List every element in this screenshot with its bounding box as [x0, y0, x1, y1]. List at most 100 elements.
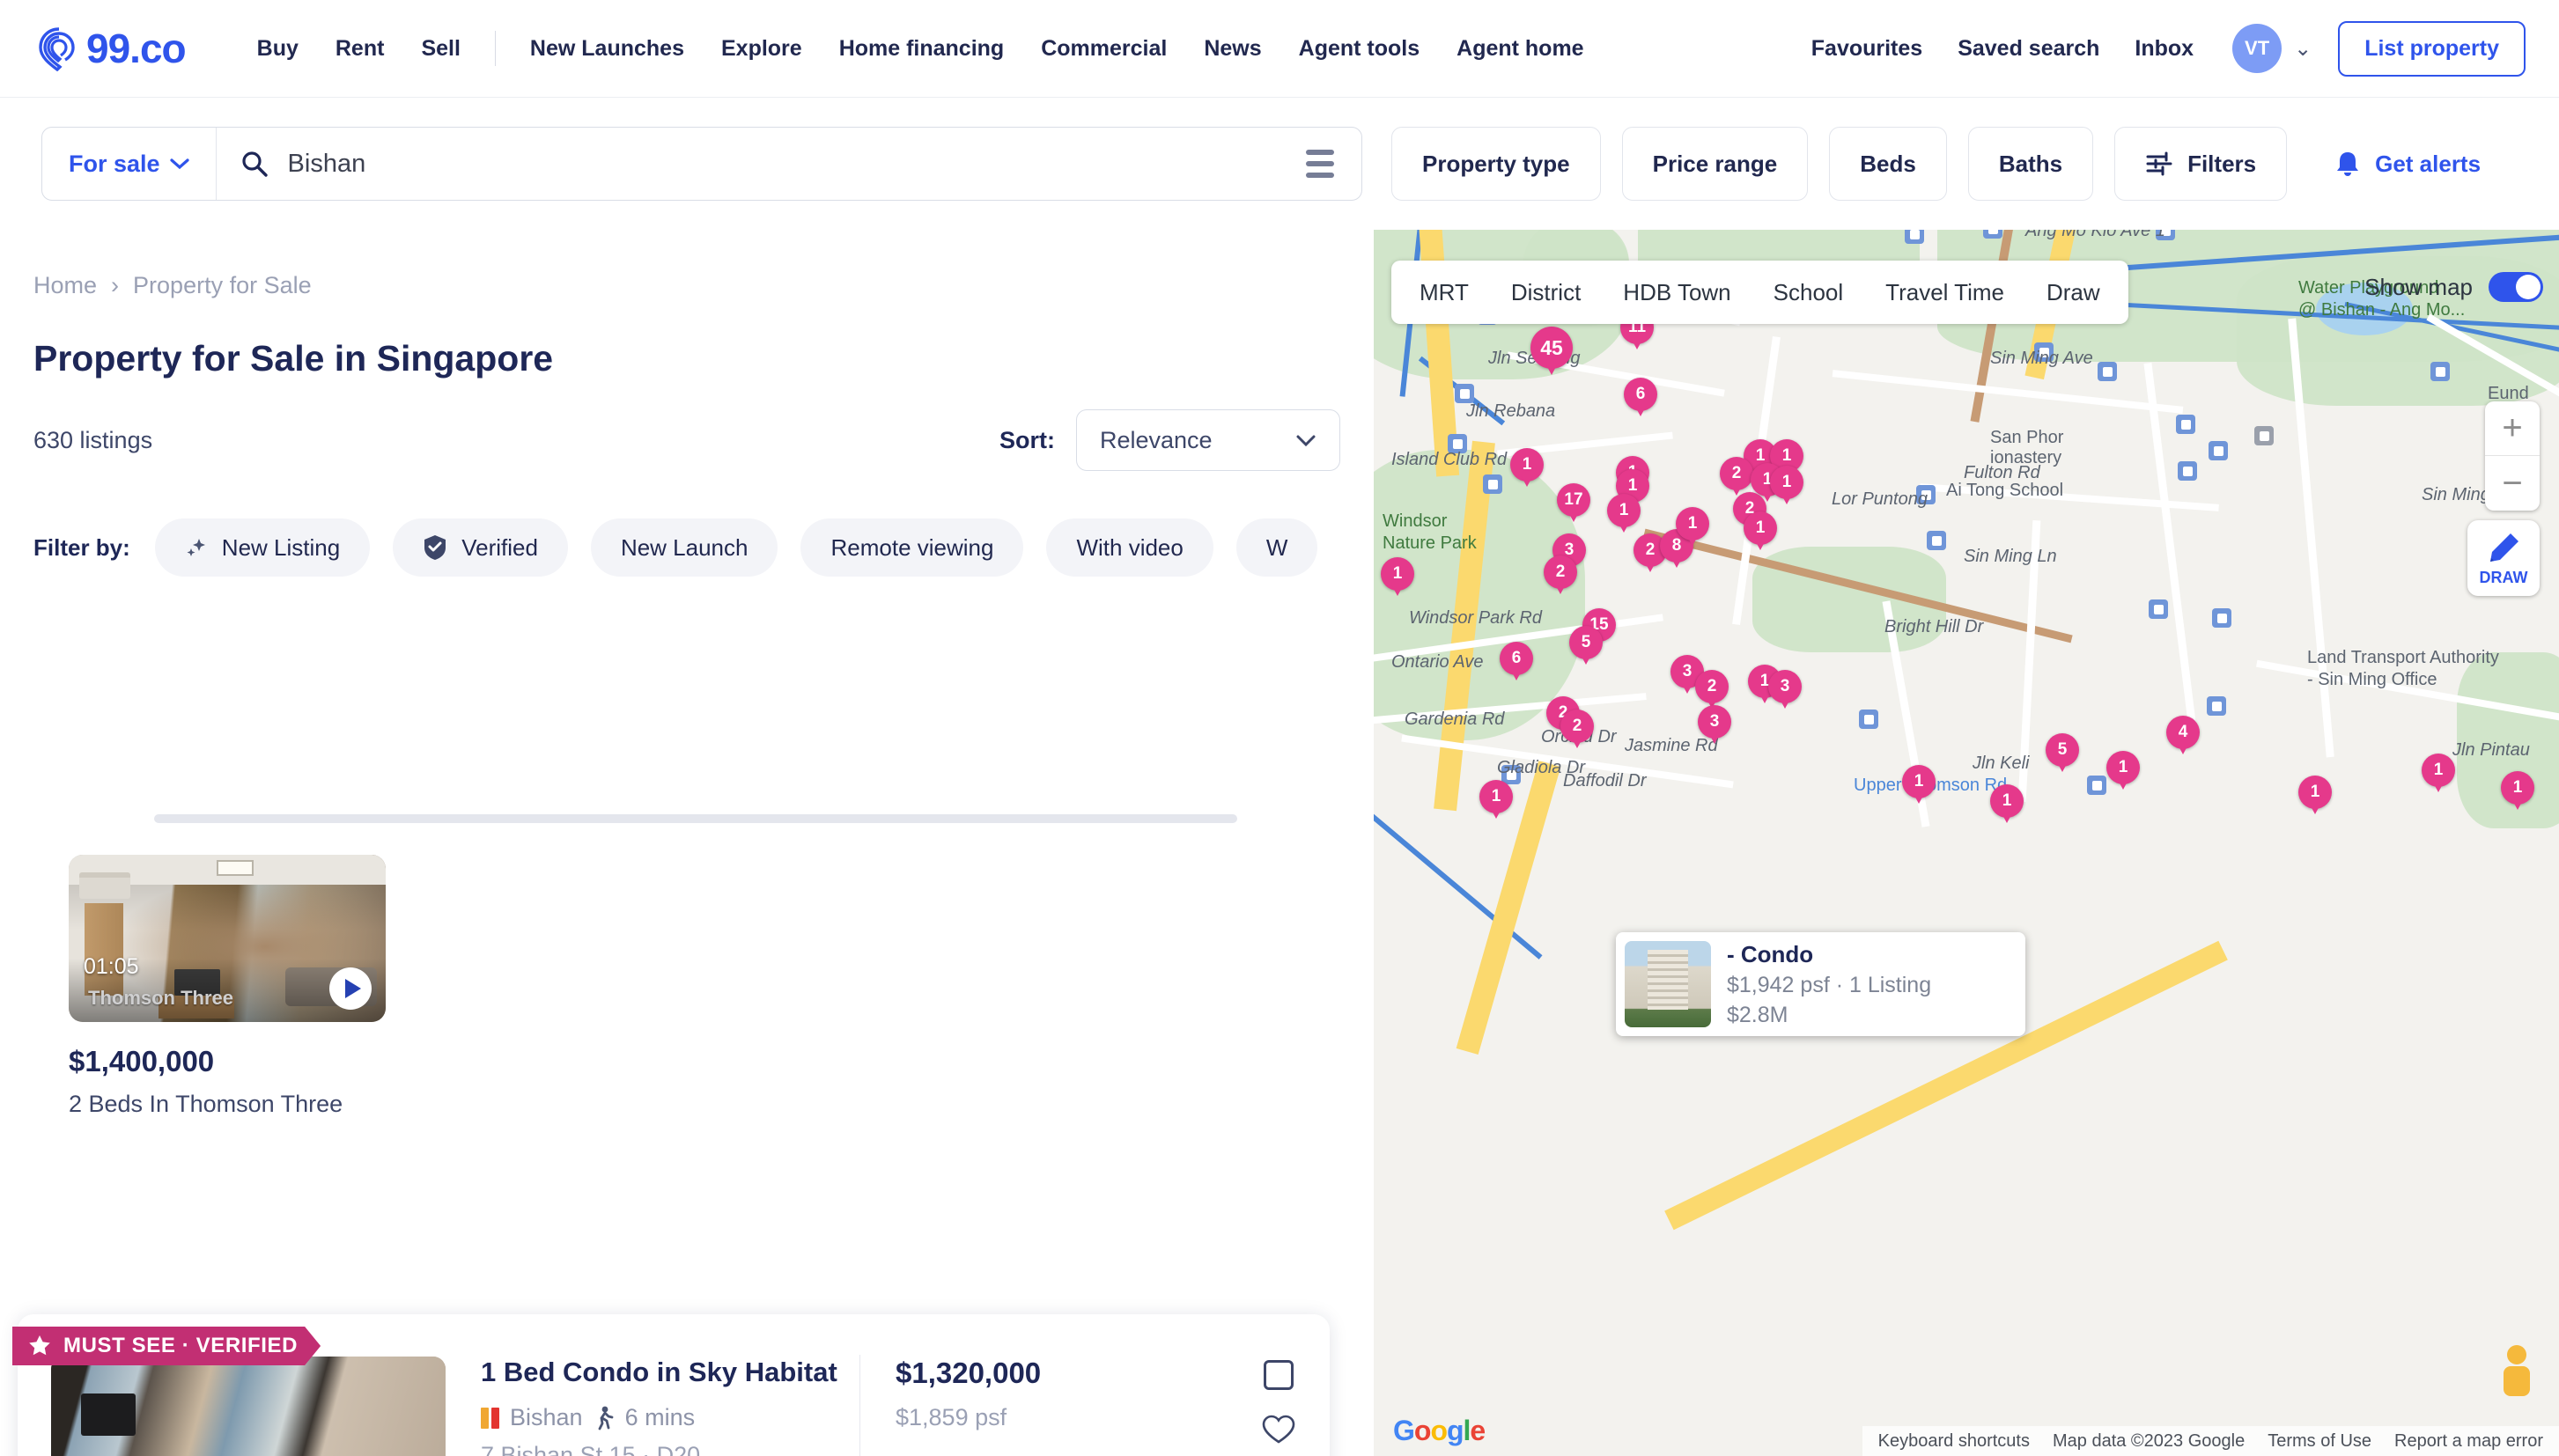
nav-sell[interactable]: Sell	[402, 36, 478, 62]
map-pin[interactable]: 3	[1768, 670, 1802, 710]
chip-new-listing[interactable]: New Listing	[154, 518, 371, 577]
map-panel[interactable]: Peirce Secondary SchoolAng Mo Kio Ave 1A…	[1374, 230, 2559, 1456]
map-pin[interactable]: 6	[1500, 642, 1533, 682]
poi-marker[interactable]	[2254, 426, 2274, 445]
nav-agent-home[interactable]: Agent home	[1438, 36, 1602, 62]
filter-price-range[interactable]: Price range	[1621, 127, 1809, 201]
poi-marker[interactable]	[1455, 384, 1474, 403]
poi-marker[interactable]	[2212, 608, 2231, 628]
filter-baths[interactable]: Baths	[1967, 127, 2094, 201]
map-pin[interactable]: 1	[1902, 765, 1936, 805]
poi-marker[interactable]	[2207, 696, 2226, 716]
map-canvas[interactable]: Peirce Secondary SchoolAng Mo Kio Ave 1A…	[1374, 230, 2559, 1456]
sort-select[interactable]: Relevance	[1076, 409, 1340, 471]
chips-scrollbar[interactable]	[154, 814, 1237, 823]
map-pin[interactable]: 5	[1569, 626, 1603, 666]
map-pin[interactable]: 1	[2298, 776, 2332, 816]
breadcrumb-home[interactable]: Home	[33, 272, 97, 299]
map-tab-travel-time[interactable]: Travel Time	[1864, 261, 2025, 324]
play-button[interactable]	[329, 967, 372, 1010]
map-pin[interactable]: 2	[1544, 555, 1577, 596]
map-pin[interactable]: 17	[1557, 483, 1590, 524]
chip-new-launch[interactable]: New Launch	[590, 518, 778, 577]
avatar[interactable]: VT	[2232, 24, 2282, 73]
search-list-icon[interactable]	[1306, 150, 1334, 178]
chip-more[interactable]: W	[1235, 518, 1318, 577]
map-pin[interactable]: 1	[2422, 754, 2455, 794]
logo[interactable]: 99.co	[36, 25, 187, 72]
map-pin[interactable]: 4	[2166, 716, 2200, 756]
map-pin[interactable]: 6	[1624, 378, 1657, 418]
get-alerts-button[interactable]: Get alerts	[2334, 150, 2481, 178]
map-pin[interactable]: 1	[2501, 771, 2534, 812]
filter-property-type[interactable]: Property type	[1391, 127, 1601, 201]
listing-card-video[interactable]: 01:05 Thomson Three $1,400,000 2 Beds In…	[69, 855, 386, 1118]
chip-with-video[interactable]: With video	[1046, 518, 1213, 577]
chip-verified[interactable]: Verified	[393, 518, 568, 577]
map-pin[interactable]: 3	[1698, 705, 1731, 746]
nav-explore[interactable]: Explore	[703, 36, 821, 62]
nav-agent-tools[interactable]: Agent tools	[1280, 36, 1439, 62]
poi-marker[interactable]	[2209, 441, 2228, 460]
terms-of-use-link[interactable]: Terms of Use	[2268, 1431, 2371, 1452]
nav-news[interactable]: News	[1185, 36, 1280, 62]
list-property-button[interactable]: List property	[2338, 20, 2526, 77]
poi-marker[interactable]	[2149, 599, 2168, 619]
nav-saved-search[interactable]: Saved search	[1940, 36, 2117, 62]
poi-marker[interactable]	[1859, 710, 1878, 729]
zoom-in-button[interactable]: +	[2485, 401, 2540, 456]
poi-marker[interactable]	[1983, 230, 2002, 239]
nav-buy[interactable]: Buy	[239, 36, 317, 62]
map-pin[interactable]: 1	[2106, 751, 2140, 791]
poi-marker[interactable]	[2176, 415, 2195, 434]
filters-button[interactable]: Filters	[2114, 127, 2288, 201]
pegman-streetview[interactable]	[2497, 1345, 2536, 1401]
map-info-popup[interactable]: - Condo $1,942 psf · 1 Listing $2.8M	[1616, 932, 2025, 1036]
poi-marker[interactable]	[2430, 362, 2450, 381]
map-pin[interactable]: 1	[1676, 507, 1709, 548]
listing-title[interactable]: 1 Bed Condo in Sky Habitat	[481, 1357, 859, 1388]
nav-new-launches[interactable]: New Launches	[512, 36, 703, 62]
map-pin[interactable]: 45	[1530, 327, 1573, 378]
listing-video-thumbnail[interactable]: 01:05 Thomson Three	[69, 855, 386, 1022]
nav-rent[interactable]: Rent	[317, 36, 403, 62]
chip-remote-viewing[interactable]: Remote viewing	[800, 518, 1024, 577]
map-pin[interactable]: 1	[1607, 494, 1641, 534]
nav-commercial[interactable]: Commercial	[1022, 36, 1185, 62]
listing-card[interactable]: MUST SEE · VERIFIED 10	[18, 1314, 1330, 1456]
map-tab-district[interactable]: District	[1490, 261, 1602, 324]
nav-inbox[interactable]: Inbox	[2117, 36, 2211, 62]
map-tab-mrt[interactable]: MRT	[1398, 261, 1490, 324]
map-pin[interactable]: 1	[1990, 784, 2024, 825]
map-pin[interactable]: 1	[1744, 511, 1777, 552]
poi-marker[interactable]	[2098, 362, 2117, 381]
show-map-toggle[interactable]	[2489, 272, 2543, 302]
map-pin[interactable]: 1	[1510, 448, 1544, 489]
nav-favourites[interactable]: Favourites	[1794, 36, 1940, 62]
listing-type-dropdown[interactable]: For sale	[42, 128, 217, 200]
map-pin[interactable]: 1	[1381, 557, 1414, 598]
draw-tool-button[interactable]: DRAW	[2467, 520, 2540, 596]
poi-marker[interactable]	[1927, 531, 1946, 550]
compare-checkbox[interactable]	[1264, 1360, 1294, 1390]
chevron-down-icon[interactable]: ⌄	[2294, 36, 2312, 62]
map-tab-draw[interactable]: Draw	[2025, 261, 2121, 324]
report-map-error-link[interactable]: Report a map error	[2394, 1431, 2543, 1452]
poi-marker[interactable]	[2178, 461, 2197, 481]
map-pin[interactable]: 2	[1560, 710, 1594, 750]
heart-icon[interactable]	[1262, 1415, 1295, 1445]
listing-photo[interactable]: 10 2	[51, 1357, 446, 1456]
keyboard-shortcuts-link[interactable]: Keyboard shortcuts	[1878, 1431, 2030, 1452]
search-input[interactable]	[287, 149, 1306, 179]
map-pin[interactable]: 1	[1770, 466, 1803, 506]
poi-marker[interactable]	[1905, 230, 1924, 244]
poi-marker[interactable]	[2087, 776, 2106, 795]
map-tab-hdb-town[interactable]: HDB Town	[1602, 261, 1751, 324]
filter-beds[interactable]: Beds	[1829, 127, 1947, 201]
zoom-out-button[interactable]: −	[2485, 456, 2540, 511]
map-pin[interactable]: 5	[2046, 733, 2079, 774]
poi-marker[interactable]	[1483, 474, 1502, 494]
nav-home-financing[interactable]: Home financing	[821, 36, 1023, 62]
map-tab-school[interactable]: School	[1752, 261, 1865, 324]
map-pin[interactable]: 1	[1479, 780, 1513, 820]
